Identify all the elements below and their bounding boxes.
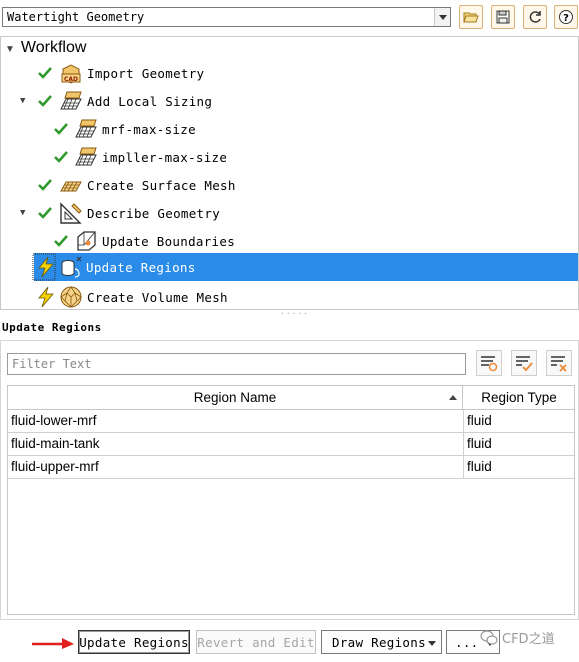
- check-icon: [38, 95, 52, 107]
- check-icon: [38, 179, 52, 191]
- watermark-text: CFD之道: [502, 632, 555, 647]
- draw-regions-label: Draw Regions: [332, 634, 426, 650]
- list-filter-icon: [481, 356, 498, 372]
- region-type-cell[interactable]: fluid: [467, 413, 492, 428]
- tree-item-label: Update Boundaries: [102, 233, 236, 249]
- update-regions-panel: Region Name Region Type fluid-lower-mrf …: [0, 340, 579, 620]
- column-header-region-name[interactable]: Region Name: [8, 386, 463, 409]
- panel-title: Update Regions: [2, 321, 102, 334]
- red-arrow-annotation: [32, 638, 74, 649]
- check-icon: [54, 235, 68, 247]
- mesh-grid-icon: [60, 91, 82, 110]
- select-all-button[interactable]: [511, 350, 537, 376]
- tree-item-label: Create Volume Mesh: [87, 289, 228, 305]
- save-button[interactable]: [491, 5, 515, 29]
- mesh-grid-icon: [75, 147, 97, 166]
- filter-options-button[interactable]: [476, 350, 502, 376]
- filter-input[interactable]: [8, 354, 465, 374]
- regions-table: Region Name Region Type fluid-lower-mrf …: [7, 385, 575, 615]
- cell-divider: [463, 410, 464, 433]
- table-header: Region Name Region Type: [8, 386, 574, 410]
- sort-ascending-icon: [449, 395, 457, 400]
- tree-item-add-local-sizing[interactable]: ▼ Add Local Sizing: [1, 87, 578, 115]
- tree-header: ▼ Workflow: [5, 39, 86, 57]
- tree-item-label: Describe Geometry: [87, 205, 221, 221]
- tree-item-label: impller-max-size: [102, 149, 228, 165]
- list-clear-icon: [551, 356, 567, 372]
- svg-text:CAD: CAD: [64, 76, 78, 83]
- deselect-all-button[interactable]: [546, 350, 572, 376]
- selection-focus-frame: [32, 253, 56, 281]
- volume-mesh-icon: [60, 286, 82, 308]
- expand-caret-icon[interactable]: ▼: [20, 96, 25, 106]
- open-folder-icon: [463, 12, 479, 23]
- tree-item-update-boundaries[interactable]: Update Boundaries: [1, 227, 578, 255]
- table-row[interactable]: fluid-upper-mrf fluid: [8, 456, 574, 479]
- lightning-icon: [38, 286, 54, 308]
- check-icon: [38, 67, 52, 79]
- tree-item-mrf-max-size[interactable]: mrf-max-size: [1, 115, 578, 143]
- tree-item-label: Create Surface Mesh: [87, 177, 236, 193]
- region-name-cell: fluid-main-tank: [11, 436, 100, 451]
- open-folder-button[interactable]: [459, 5, 483, 29]
- check-icon: [38, 207, 52, 219]
- help-icon: ?: [559, 10, 573, 24]
- cell-divider: [463, 456, 464, 479]
- revert-and-edit-button[interactable]: Revert and Edit: [196, 630, 316, 654]
- cad-import-icon: CAD: [61, 64, 81, 84]
- cell-divider: [463, 433, 464, 456]
- tree-title: Workflow: [20, 39, 87, 56]
- update-regions-button[interactable]: Update Regions: [78, 630, 190, 654]
- workflow-tree: ▼ Workflow CAD Import Geometry ▼ Add Loca…: [0, 36, 579, 310]
- tree-item-label: Import Geometry: [87, 65, 205, 81]
- save-icon: [496, 10, 510, 24]
- list-check-icon: [516, 356, 533, 372]
- region-type-cell[interactable]: fluid: [467, 436, 492, 451]
- region-name-cell: fluid-upper-mrf: [11, 459, 99, 474]
- column-header-region-type[interactable]: Region Type: [464, 386, 574, 409]
- set-square-icon: [60, 202, 82, 224]
- tree-item-import-geometry[interactable]: CAD Import Geometry: [1, 59, 578, 87]
- tree-item-impller-max-size[interactable]: impller-max-size: [1, 143, 578, 171]
- help-button[interactable]: ?: [554, 5, 578, 29]
- chevron-down-icon[interactable]: [434, 8, 450, 26]
- refresh-icon: [529, 11, 541, 23]
- workflow-type-select[interactable]: Watertight Geometry: [2, 7, 451, 27]
- wechat-icon: [480, 629, 498, 645]
- tree-item-update-regions[interactable]: Update Regions: [34, 253, 578, 281]
- filter-field[interactable]: [7, 353, 466, 375]
- boundary-icon: [77, 231, 96, 251]
- svg-text:?: ?: [563, 13, 569, 24]
- more-options-label: ...: [455, 634, 479, 650]
- regions-icon: [61, 256, 82, 278]
- refresh-button[interactable]: [523, 5, 547, 29]
- tree-item-label: Update Regions: [86, 259, 196, 275]
- tree-item-describe-geometry[interactable]: ▼ Describe Geometry: [1, 199, 578, 227]
- tree-item-create-volume-mesh[interactable]: Create Volume Mesh: [1, 283, 578, 311]
- check-icon: [54, 151, 68, 163]
- workflow-type-value: Watertight Geometry: [7, 10, 145, 24]
- draw-regions-button[interactable]: Draw Regions: [321, 630, 442, 654]
- tree-item-label: mrf-max-size: [102, 121, 196, 137]
- splitter-handle[interactable]: ·····: [280, 309, 309, 318]
- expand-caret-icon[interactable]: ▼: [20, 208, 25, 218]
- region-name-cell: fluid-lower-mrf: [11, 413, 97, 428]
- tree-item-label: Add Local Sizing: [87, 93, 213, 109]
- check-icon: [54, 123, 68, 135]
- region-type-cell[interactable]: fluid: [467, 459, 492, 474]
- mesh-grid-icon: [75, 119, 97, 138]
- tree-item-create-surface-mesh[interactable]: Create Surface Mesh: [1, 171, 578, 199]
- collapse-caret-icon[interactable]: ▼: [5, 44, 15, 55]
- table-row[interactable]: fluid-lower-mrf fluid: [8, 410, 574, 433]
- chevron-down-icon[interactable]: [428, 641, 436, 646]
- top-toolbar: Watertight Geometry ?: [0, 0, 579, 36]
- surface-mesh-icon: [60, 181, 82, 192]
- watermark: CFD之道: [480, 628, 555, 647]
- table-row[interactable]: fluid-main-tank fluid: [8, 433, 574, 456]
